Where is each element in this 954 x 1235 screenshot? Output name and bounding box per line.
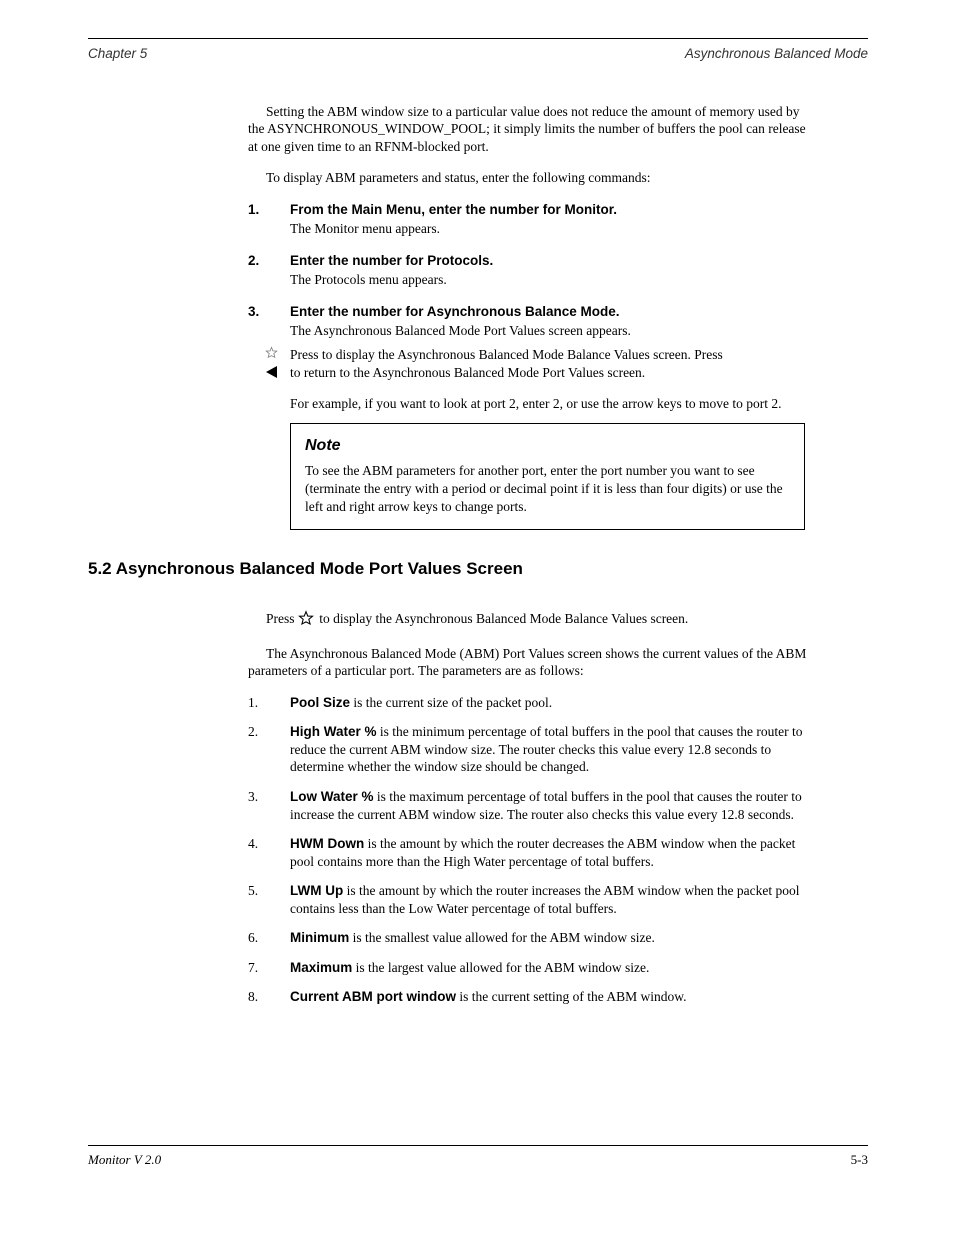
step-number: 2. — [248, 252, 290, 270]
param-label: High Water % — [290, 724, 377, 739]
param-item: 6. Minimum is the smallest value allowed… — [248, 929, 808, 947]
step-text: From the Main Menu, enter the number for… — [290, 201, 617, 219]
step-3-extra-line1: Press to display the Asynchronous Balanc… — [290, 346, 808, 364]
param-desc: is the smallest value allowed for the AB… — [349, 930, 655, 945]
star-outline-icon — [298, 610, 314, 631]
param-desc: is the current setting of the ABM window… — [456, 989, 686, 1004]
section-heading: 5.2 Asynchronous Balanced Mode Port Valu… — [88, 558, 808, 580]
param-text: High Water % is the minimum percentage o… — [290, 723, 808, 776]
param-text: HWM Down is the amount by which the rout… — [290, 835, 808, 870]
parameter-list: 1. Pool Size is the current size of the … — [248, 694, 808, 1006]
param-number: 4. — [248, 835, 290, 870]
param-item: 4. HWM Down is the amount by which the r… — [248, 835, 808, 870]
param-number: 5. — [248, 882, 290, 917]
param-text: Low Water % is the maximum percentage of… — [290, 788, 808, 823]
example-text: For example, if you want to look at port… — [290, 396, 782, 411]
body-column: Setting the ABM window size to a particu… — [248, 103, 808, 1006]
param-desc: is the current size of the packet pool. — [350, 695, 552, 710]
page-footer: Monitor V 2.0 5-3 — [88, 1145, 868, 1169]
param-item: 5. LWM Up is the amount by which the rou… — [248, 882, 808, 917]
param-item: 8. Current ABM port window is the curren… — [248, 988, 808, 1006]
step-text: Enter the number for Protocols. — [290, 252, 493, 270]
param-label: Minimum — [290, 930, 349, 945]
running-header: Chapter 5 Asynchronous Balanced Mode — [88, 45, 868, 63]
param-label: Maximum — [290, 960, 352, 975]
procedure-intro: To display ABM parameters and status, en… — [248, 169, 808, 187]
param-desc: is the largest value allowed for the ABM… — [352, 960, 649, 975]
star-outline-icon — [260, 346, 282, 364]
bottom-rule — [88, 1145, 868, 1146]
param-label: Low Water % — [290, 789, 374, 804]
step-1-result: The Monitor menu appears. — [290, 220, 808, 238]
param-number: 6. — [248, 929, 290, 947]
step-3-result: The Asynchronous Balanced Mode Port Valu… — [290, 322, 808, 340]
procedure-intro-text: To display ABM parameters and status, en… — [266, 170, 650, 185]
text-fragment: Press — [290, 347, 322, 362]
step-text: Enter the number for Asynchronous Balanc… — [290, 303, 620, 321]
step-2: 2. Enter the number for Protocols. — [248, 252, 808, 270]
param-desc: is the amount by which the router decrea… — [290, 836, 795, 869]
page: Chapter 5 Asynchronous Balanced Mode Set… — [88, 38, 868, 1018]
step-2-result: The Protocols menu appears. — [290, 271, 808, 289]
param-item: 3. Low Water % is the maximum percentage… — [248, 788, 808, 823]
header-left: Chapter 5 — [88, 45, 147, 63]
text-fragment: to return to the Asynchronous Balanced M… — [290, 365, 645, 380]
note-title: Note — [305, 436, 790, 457]
param-label: Current ABM port window — [290, 989, 456, 1004]
param-item: 7. Maximum is the largest value allowed … — [248, 959, 808, 977]
procedure-steps: 1. From the Main Menu, enter the number … — [248, 201, 808, 530]
top-rule — [88, 38, 868, 39]
section-para-1: Press to display the Asynchronous Balanc… — [248, 610, 808, 631]
param-number: 3. — [248, 788, 290, 823]
param-desc: is the amount by which the router increa… — [290, 883, 800, 916]
param-number: 2. — [248, 723, 290, 776]
param-item: 2. High Water % is the minimum percentag… — [248, 723, 808, 776]
intro-paragraph-text: Setting the ABM window size to a particu… — [248, 104, 806, 154]
param-number: 1. — [248, 694, 290, 712]
param-text: LWM Up is the amount by which the router… — [290, 882, 808, 917]
param-label: HWM Down — [290, 836, 364, 851]
header-right: Asynchronous Balanced Mode — [685, 45, 868, 63]
step-number: 1. — [248, 201, 290, 219]
param-number: 7. — [248, 959, 290, 977]
text-fragment: to display the Asynchronous Balanced Mod… — [316, 611, 688, 626]
triangle-left-icon — [260, 365, 282, 383]
section-para-2-text: The Asynchronous Balanced Mode (ABM) Por… — [248, 646, 806, 679]
param-number: 8. — [248, 988, 290, 1006]
text-fragment: to display the Asynchronous Balanced Mod… — [322, 347, 723, 362]
intro-paragraph: Setting the ABM window size to a particu… — [248, 103, 808, 156]
section-para-2: The Asynchronous Balanced Mode (ABM) Por… — [248, 645, 808, 680]
param-text: Minimum is the smallest value allowed fo… — [290, 929, 655, 947]
param-item: 1. Pool Size is the current size of the … — [248, 694, 808, 712]
footer-left: Monitor V 2.0 — [88, 1152, 161, 1169]
example-line: For example, if you want to look at port… — [290, 395, 808, 413]
param-text: Maximum is the largest value allowed for… — [290, 959, 649, 977]
param-label: Pool Size — [290, 695, 350, 710]
step-3-extra-line2: to return to the Asynchronous Balanced M… — [290, 364, 808, 382]
param-text: Pool Size is the current size of the pac… — [290, 694, 552, 712]
footer-page-number: 5-3 — [851, 1152, 868, 1169]
param-text: Current ABM port window is the current s… — [290, 988, 686, 1006]
step-1: 1. From the Main Menu, enter the number … — [248, 201, 808, 219]
step-number: 3. — [248, 303, 290, 321]
step-3: 3. Enter the number for Asynchronous Bal… — [248, 303, 808, 321]
param-label: LWM Up — [290, 883, 343, 898]
text-fragment: Press — [266, 611, 298, 626]
note-box: Note To see the ABM parameters for anoth… — [290, 423, 805, 530]
note-body: To see the ABM parameters for another po… — [305, 462, 790, 515]
